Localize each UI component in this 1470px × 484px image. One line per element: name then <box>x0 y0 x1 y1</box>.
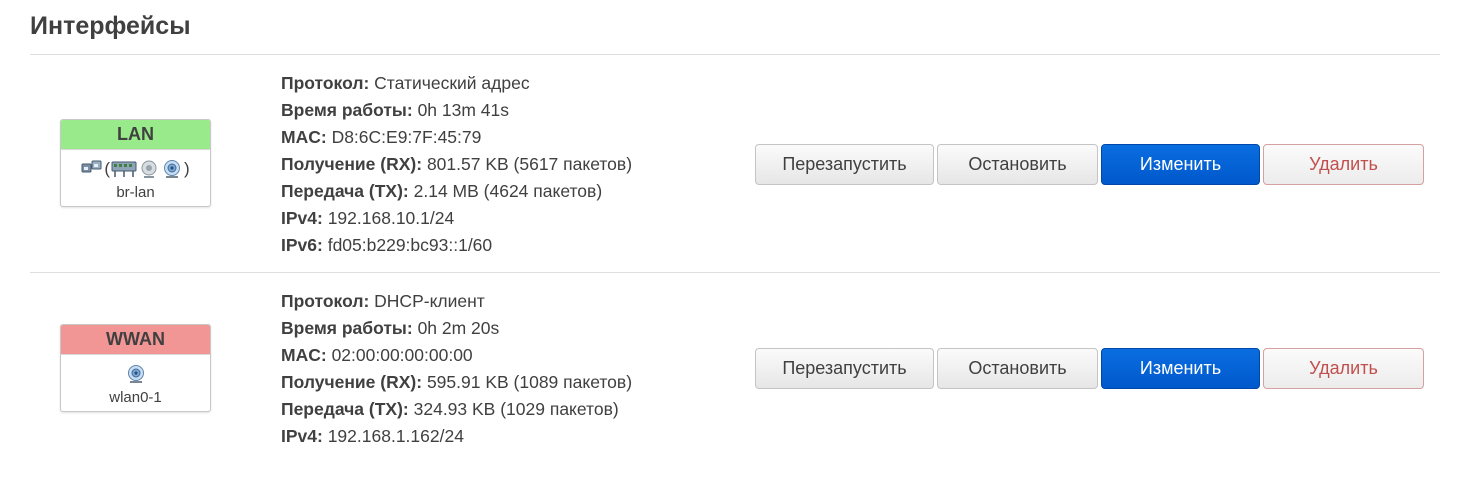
mac-value: 02:00:00:00:00:00 <box>331 345 473 365</box>
tx-row: Передача (TX): 2.14 MB (4624 пакетов) <box>281 181 603 201</box>
uptime-row: Время работы: 0h 2m 20s <box>281 318 500 338</box>
rx-value: 801.57 KB (5617 пакетов) <box>426 154 633 174</box>
wifi-icon <box>127 365 144 383</box>
mac-value: D8:6C:E9:7F:45:79 <box>331 127 482 147</box>
uptime-value: 0h 2m 20s <box>417 318 500 338</box>
ipv6-row: IPv6: fd05:b229:bc93::1/60 <box>281 235 493 255</box>
stop-button-wwan[interactable]: Остановить <box>937 348 1098 389</box>
uptime-value: 0h 13m 41s <box>417 100 510 120</box>
uptime-row: Время работы: 0h 13m 41s <box>281 100 510 120</box>
bridge-close-paren: ) <box>184 159 190 178</box>
protocol-row: Протокол: Статический адрес <box>281 73 530 93</box>
tx-value: 324.93 KB (1029 пакетов) <box>413 399 619 419</box>
mac-row: MAC: 02:00:00:00:00:00 <box>281 345 473 365</box>
protocol-value: Статический адрес <box>374 73 530 93</box>
rx-row: Получение (RX): 595.91 KB (1089 пакетов) <box>281 372 633 392</box>
protocol-row: Протокол: DHCP-клиент <box>281 291 485 311</box>
ipv4-value: 192.168.10.1/24 <box>327 208 455 228</box>
delete-button-lan[interactable]: Удалить <box>1263 144 1424 185</box>
interface-icons-wwan <box>61 355 210 389</box>
tx-row: Передача (TX): 324.93 KB (1029 пакетов) <box>281 399 619 419</box>
interface-icons-lan: ( ) <box>61 150 210 184</box>
ipv4-row: IPv4: 192.168.10.1/24 <box>281 208 455 228</box>
restart-button-wwan[interactable]: Перезапустить <box>755 348 934 389</box>
edit-button-wwan[interactable]: Изменить <box>1101 348 1260 389</box>
interface-device-lan: br-lan <box>116 184 155 201</box>
interface-badge-wwan: WWAN wlan0-1 <box>60 324 211 412</box>
ethernet-switch-icon <box>81 160 102 173</box>
page-title: Интерфейсы <box>30 12 191 40</box>
ipv4-row: IPv4: 192.168.1.162/24 <box>281 426 464 446</box>
divider <box>30 272 1440 273</box>
rx-value: 595.91 KB (1089 пакетов) <box>426 372 633 392</box>
bridge-open-paren: ( <box>104 159 110 178</box>
protocol-value: DHCP-клиент <box>374 291 485 311</box>
ipv6-value: fd05:b229:bc93::1/60 <box>327 235 493 255</box>
interface-info-lan: Протокол: Статический адрес Время работы… <box>281 70 632 259</box>
divider <box>30 54 1440 55</box>
bridge-icon <box>111 161 137 177</box>
stop-button-lan[interactable]: Остановить <box>937 144 1098 185</box>
mac-row: MAC: D8:6C:E9:7F:45:79 <box>281 127 482 147</box>
rx-row: Получение (RX): 801.57 KB (5617 пакетов) <box>281 154 633 174</box>
tx-value: 2.14 MB (4624 пакетов) <box>413 181 603 201</box>
interface-device-wwan: wlan0-1 <box>109 389 162 406</box>
delete-button-wwan[interactable]: Удалить <box>1263 348 1424 389</box>
interface-info-wwan: Протокол: DHCP-клиент Время работы: 0h 2… <box>281 288 632 450</box>
wifi-icon <box>164 160 180 178</box>
edit-button-lan[interactable]: Изменить <box>1101 144 1260 185</box>
ethernet-port-icon <box>141 160 157 178</box>
interface-badge-lan: LAN ( ) br-lan <box>60 119 211 207</box>
interface-name-lan: LAN <box>61 120 210 150</box>
ipv4-value: 192.168.1.162/24 <box>327 426 464 446</box>
interface-name-wwan: WWAN <box>61 325 210 355</box>
restart-button-lan[interactable]: Перезапустить <box>755 144 934 185</box>
